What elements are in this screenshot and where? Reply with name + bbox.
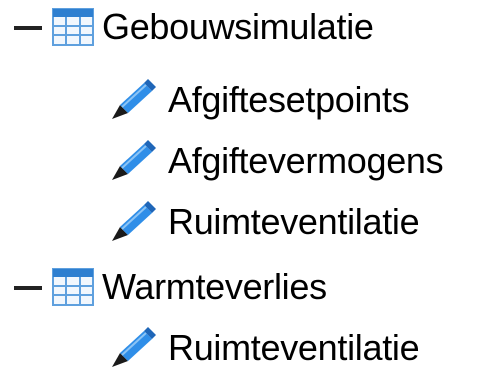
tree-node-label: Afgiftesetpoints — [168, 79, 410, 120]
tree-node-label: Warmteverlies — [102, 266, 327, 307]
tree-node-label: Afgiftevermogens — [168, 140, 444, 181]
tree-node-afgiftevermogens[interactable]: Afgiftevermogens — [106, 136, 444, 186]
tree-node-warmteverlies[interactable]: Warmteverlies — [10, 262, 327, 312]
pencil-icon — [106, 197, 160, 247]
tree-node-label: Gebouwsimulatie — [102, 6, 374, 47]
tree-node-gebouwsimulatie[interactable]: Gebouwsimulatie — [10, 2, 374, 52]
pencil-icon — [106, 323, 160, 367]
tree-node-label: Ruimteventilatie — [168, 327, 420, 367]
pencil-icon — [106, 136, 160, 186]
tree-node-ruimteventilatie[interactable]: Ruimteventilatie — [106, 197, 420, 247]
tree-node-ruimteventilatie[interactable]: Ruimteventilatie — [106, 323, 420, 367]
pencil-icon — [106, 75, 160, 125]
collapse-icon[interactable] — [10, 2, 48, 52]
table-icon — [52, 268, 94, 306]
tree-view: Gebouwsimulatie Afgiftesetpoints Afgifte… — [0, 0, 484, 367]
tree-node-label: Ruimteventilatie — [168, 201, 420, 242]
table-icon — [52, 8, 94, 46]
collapse-icon[interactable] — [10, 262, 48, 312]
tree-node-afgiftesetpoints[interactable]: Afgiftesetpoints — [106, 75, 410, 125]
